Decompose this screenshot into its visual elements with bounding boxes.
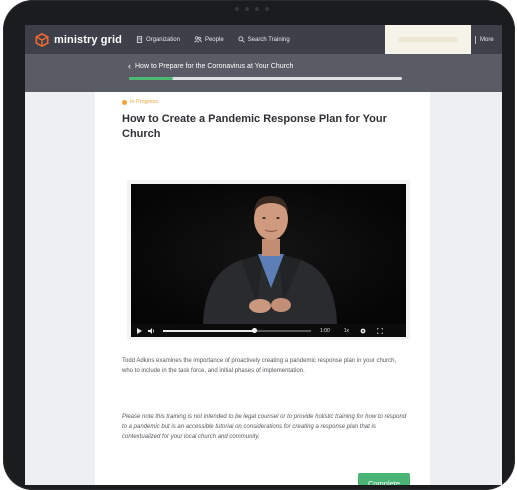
video-time: 1:00 [320, 327, 330, 334]
video-frame: 1:00 1x [127, 180, 410, 340]
nav-search-training-label: Search Training [247, 36, 290, 43]
people-icon [194, 36, 202, 43]
status-badge: In Progress [122, 99, 158, 105]
camera-dots [235, 7, 269, 11]
nav-people-label: People [204, 36, 224, 43]
lesson-description: Todd Adkins examines the importance of p… [122, 358, 397, 374]
account-menu[interactable] [385, 25, 471, 54]
search-icon [238, 36, 245, 43]
video-scrubber-knob[interactable] [252, 327, 258, 333]
lesson-disclaimer-note: Please note this training is not intende… [122, 414, 407, 440]
playback-speed-label: 1x [343, 327, 350, 334]
settings-button[interactable] [360, 328, 366, 334]
video-player[interactable]: 1:00 1x [131, 184, 406, 337]
play-icon [137, 327, 142, 334]
brand-name: ministry grid [54, 33, 122, 46]
more-label: More [480, 36, 494, 43]
nav-organization-label: Organization [145, 36, 180, 43]
fullscreen-button[interactable] [377, 327, 384, 334]
fullscreen-icon [377, 327, 384, 334]
status-label: In Progress [130, 99, 159, 105]
volume-icon [148, 327, 154, 334]
nav-organization[interactable]: Organization [136, 36, 180, 43]
video-controls: 1:00 1x [131, 324, 406, 337]
account-placeholder [398, 37, 458, 42]
course-header: ‹ How to Prepare for the Coronavirus at … [25, 54, 502, 92]
building-icon [136, 36, 143, 43]
lesson-title: How to Create a Pandemic Response Plan f… [122, 113, 387, 140]
course-progress-bar [129, 77, 402, 80]
tablet-device: ministry grid Organization People Search… [3, 0, 515, 490]
top-navigation-bar: ministry grid Organization People Search… [25, 25, 502, 54]
video-scrubber[interactable] [163, 327, 311, 333]
more-menu[interactable]: More [475, 25, 494, 54]
brand[interactable]: ministry grid [35, 32, 122, 47]
chevron-left-icon: ‹ [128, 61, 131, 71]
brand-logo-icon [35, 32, 49, 47]
course-title: How to Prepare for the Coronavirus at Yo… [135, 62, 294, 70]
back-to-course-link[interactable]: ‹ How to Prepare for the Coronavirus at … [128, 61, 293, 71]
play-button[interactable] [137, 327, 142, 334]
presenter-video-frame [131, 184, 406, 324]
lesson-card: In Progress How to Create a Pandemic Res… [95, 92, 430, 485]
video-scrubber-played [163, 329, 255, 332]
gear-icon [360, 328, 366, 333]
volume-button[interactable] [148, 327, 155, 334]
playback-speed-button[interactable]: 1x [344, 328, 349, 334]
more-divider [475, 35, 476, 44]
nav-search-training[interactable]: Search Training [238, 36, 290, 43]
status-dot-icon [122, 99, 127, 105]
course-progress-fill [129, 77, 173, 80]
nav-people[interactable]: People [194, 36, 224, 43]
complete-button[interactable]: Complete [358, 473, 410, 485]
app-screen: ministry grid Organization People Search… [25, 25, 502, 485]
